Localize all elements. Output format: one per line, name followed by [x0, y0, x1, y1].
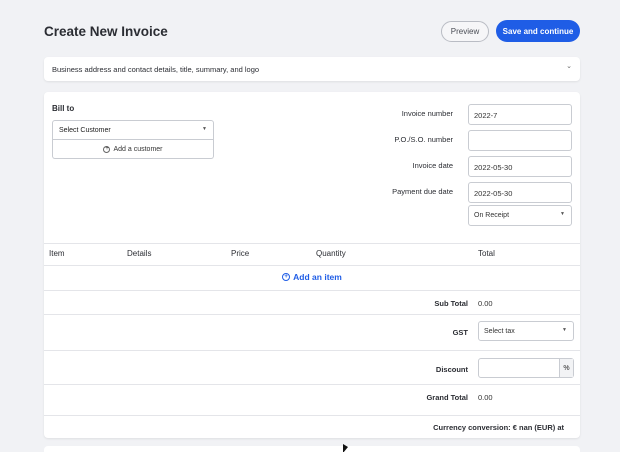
gst-tax-value: Select tax: [484, 328, 515, 335]
invoice-date-input[interactable]: 2022-05-30: [468, 156, 572, 177]
caret-down-icon: ▼: [560, 211, 565, 217]
select-customer-dropdown[interactable]: Select Customer ▼: [52, 120, 214, 140]
plus-circle-icon: +: [282, 273, 291, 281]
add-customer-button[interactable]: + Add a customer: [52, 140, 214, 159]
select-customer-value: Select Customer: [59, 127, 111, 134]
page-title: Create New Invoice: [44, 24, 168, 39]
invoice-number-label: Invoice number: [401, 109, 453, 118]
grand-total-label: Grand Total: [426, 393, 468, 402]
divider: [44, 265, 580, 266]
payment-terms-dropdown[interactable]: On Receipt ▼: [468, 205, 572, 226]
caret-down-icon: ▼: [202, 126, 207, 132]
mouse-cursor-icon: [343, 444, 348, 452]
gst-label: GST: [452, 328, 468, 337]
caret-down-icon: ▼: [562, 327, 567, 333]
business-details-label: Business address and contact details, ti…: [52, 65, 260, 74]
column-header-details: Details: [127, 249, 152, 258]
divider: [44, 384, 580, 385]
column-header-price: Price: [231, 249, 250, 258]
divider: [44, 415, 580, 416]
po-number-label: P.O./S.O. number: [394, 135, 453, 144]
chevron-down-icon[interactable]: ⌄: [566, 62, 572, 70]
plus-circle-icon: +: [103, 145, 111, 153]
gst-tax-dropdown[interactable]: Select tax ▼: [478, 321, 574, 341]
payment-terms-value: On Receipt: [474, 212, 510, 219]
invoice-number-input[interactable]: 2022-7: [468, 104, 572, 125]
subtotal-label: Sub Total: [434, 299, 468, 308]
business-details-accordion[interactable]: Business address and contact details, ti…: [44, 57, 580, 81]
due-date-input[interactable]: 2022-05-30: [468, 182, 572, 203]
divider: [44, 290, 580, 291]
grand-total-value: 0.00: [478, 393, 493, 402]
subtotal-value: 0.00: [478, 299, 493, 308]
discount-label: Discount: [435, 365, 468, 374]
column-header-item: Item: [49, 249, 65, 258]
divider: [44, 243, 580, 244]
column-header-total: Total: [478, 249, 495, 258]
invoice-card: Bill to Select Customer ▼ + Add a custom…: [44, 92, 580, 438]
save-and-continue-button[interactable]: Save and continue: [496, 20, 580, 42]
discount-input[interactable]: %: [478, 358, 574, 378]
preview-button[interactable]: Preview: [441, 21, 489, 42]
add-item-button[interactable]: + Add an item: [44, 272, 580, 282]
po-number-input[interactable]: [468, 130, 572, 151]
column-header-quantity: Quantity: [316, 249, 346, 258]
add-customer-label: Add a customer: [113, 145, 163, 153]
add-item-label: Add an item: [293, 272, 342, 282]
divider: [44, 350, 580, 351]
next-section-card: [44, 446, 580, 452]
invoice-date-label: Invoice date: [412, 161, 453, 170]
due-date-label: Payment due date: [392, 187, 453, 196]
percent-unit: %: [559, 359, 573, 377]
currency-conversion-text: Currency conversion: € nan (EUR) at: [433, 423, 564, 432]
divider: [44, 314, 580, 315]
bill-to-label: Bill to: [52, 104, 75, 113]
